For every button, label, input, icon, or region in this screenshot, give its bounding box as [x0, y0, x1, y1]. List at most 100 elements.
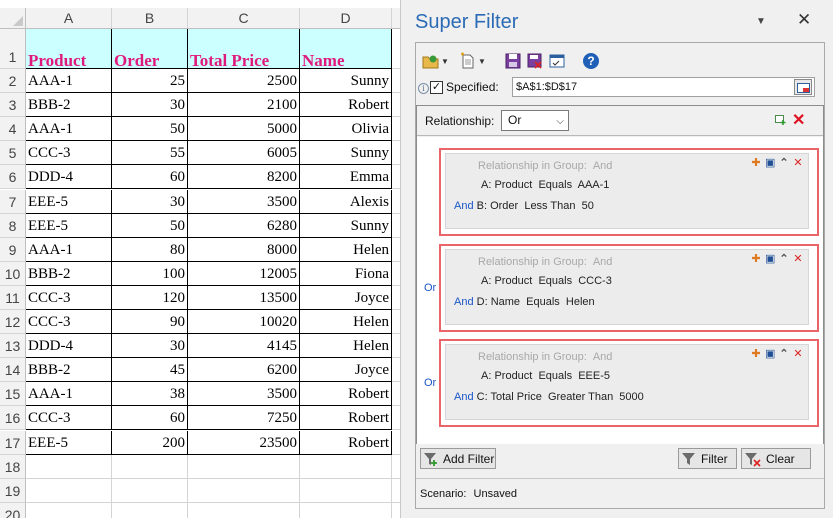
filter-group[interactable]: Relationship in Group: And A: Product Equa… [439, 244, 819, 332]
data-cell[interactable]: AAA-1 [26, 117, 112, 142]
empty-cell[interactable] [392, 310, 400, 335]
collapse-icon[interactable]: ⌃ [779, 158, 789, 169]
clear-button[interactable]: Clear [741, 448, 811, 469]
row-header-12[interactable]: 12 [0, 310, 26, 335]
data-cell[interactable]: 200 [112, 430, 188, 455]
row-header-1[interactable]: 1 [0, 29, 26, 69]
column-header-partial[interactable] [392, 8, 400, 29]
filter-condition[interactable]: D: Name Equals Helen [477, 296, 595, 308]
data-cell[interactable]: 2500 [188, 69, 300, 94]
empty-cell[interactable] [392, 190, 400, 214]
delete-group-icon[interactable]: ✕ [793, 349, 803, 360]
data-cell[interactable]: Sunny [300, 69, 392, 94]
row-header-17[interactable]: 17 [0, 430, 26, 455]
delete-group-icon[interactable]: ✕ [793, 158, 803, 169]
data-cell[interactable]: 60 [112, 406, 188, 431]
row-header-7[interactable]: 7 [0, 189, 26, 214]
data-cell[interactable]: CCC-3 [26, 141, 112, 166]
data-cell[interactable]: CCC-3 [26, 310, 112, 335]
data-cell[interactable]: CCC-3 [26, 406, 112, 431]
row-header-15[interactable]: 15 [0, 382, 26, 407]
condition-and-link[interactable]: And [454, 200, 474, 212]
data-cell[interactable]: 55 [112, 141, 188, 166]
filter-button[interactable]: Filter [678, 448, 737, 469]
empty-cell[interactable] [392, 93, 400, 118]
row-header-11[interactable]: 11 [0, 285, 26, 310]
data-cell[interactable]: Joyce [300, 285, 392, 310]
data-cell[interactable]: EEE-5 [26, 189, 112, 214]
row-header-3[interactable]: 3 [0, 93, 26, 118]
group-relationship-title[interactable]: Relationship in Group: And [478, 160, 612, 172]
empty-cell[interactable] [392, 214, 400, 238]
empty-cell[interactable] [300, 502, 392, 518]
collapse-icon[interactable]: ⌃ [779, 254, 789, 265]
data-cell[interactable]: Robert [300, 93, 392, 118]
data-cell[interactable]: 30 [112, 189, 188, 214]
empty-cell[interactable] [392, 29, 400, 69]
filter-condition[interactable]: A: Product Equals AAA-1 [481, 179, 609, 191]
row-header-14[interactable]: 14 [0, 358, 26, 383]
header-cell[interactable]: Order [112, 29, 188, 69]
save-button[interactable] [504, 51, 522, 71]
empty-cell[interactable] [392, 165, 400, 190]
column-header-b[interactable]: B [112, 8, 188, 29]
data-cell[interactable]: Robert [300, 382, 392, 407]
condition-and-link[interactable]: And [454, 391, 474, 403]
add-group-icon[interactable] [775, 115, 787, 126]
data-cell[interactable]: 6280 [188, 213, 300, 238]
empty-cell[interactable] [188, 478, 300, 503]
data-cell[interactable]: 90 [112, 310, 188, 335]
data-cell[interactable]: DDD-4 [26, 334, 112, 359]
data-cell[interactable]: 2100 [188, 93, 300, 118]
relationship-select[interactable]: Or ⌵ [501, 110, 569, 131]
empty-cell[interactable] [300, 454, 392, 479]
data-cell[interactable]: 3500 [188, 382, 300, 407]
help-button[interactable]: ? [582, 51, 600, 71]
save-group-icon[interactable]: ▣ [765, 254, 775, 265]
filter-condition[interactable]: A: Product Equals CCC-3 [481, 275, 612, 287]
column-header-c[interactable]: C [188, 8, 300, 29]
filter-group[interactable]: Relationship in Group: And A: Product Equa… [439, 148, 819, 236]
row-header-2[interactable]: 2 [0, 69, 26, 94]
empty-cell[interactable] [392, 358, 400, 383]
data-cell[interactable]: 38 [112, 382, 188, 407]
column-header-a[interactable]: A [26, 8, 112, 29]
data-cell[interactable]: 50 [112, 213, 188, 238]
group-or-link[interactable]: Or [424, 282, 436, 294]
data-cell[interactable]: Robert [300, 430, 392, 455]
empty-cell[interactable] [112, 478, 188, 503]
empty-cell[interactable] [392, 431, 400, 455]
data-cell[interactable]: AAA-1 [26, 382, 112, 407]
close-icon[interactable]: ✕ [797, 10, 811, 30]
empty-cell[interactable] [112, 454, 188, 479]
row-header-10[interactable]: 10 [0, 261, 26, 286]
empty-cell[interactable] [26, 502, 112, 518]
empty-cell[interactable] [188, 454, 300, 479]
data-cell[interactable]: 45 [112, 358, 188, 383]
data-cell[interactable]: 8000 [188, 237, 300, 262]
empty-cell[interactable] [392, 406, 400, 431]
empty-cell[interactable] [392, 69, 400, 94]
empty-cell[interactable] [392, 238, 400, 262]
data-cell[interactable]: Helen [300, 310, 392, 335]
save-as-button[interactable] [526, 51, 544, 71]
row-header-9[interactable]: 9 [0, 237, 26, 262]
header-cell[interactable]: Total Price [188, 29, 300, 69]
add-condition-icon[interactable]: ✚ [751, 349, 761, 360]
data-cell[interactable]: CCC-3 [26, 285, 112, 310]
data-cell[interactable]: 13500 [188, 285, 300, 310]
row-header-5[interactable]: 5 [0, 141, 26, 166]
data-cell[interactable]: 5000 [188, 117, 300, 142]
empty-cell[interactable] [26, 454, 112, 479]
header-cell[interactable]: Name [300, 29, 392, 69]
filter-condition[interactable]: B: Order Less Than 50 [477, 200, 594, 212]
empty-cell[interactable] [112, 502, 188, 518]
data-cell[interactable]: BBB-2 [26, 93, 112, 118]
empty-cell[interactable] [26, 478, 112, 503]
empty-cell[interactable] [392, 455, 400, 479]
empty-cell[interactable] [392, 141, 400, 166]
delete-group-icon[interactable]: ✕ [793, 254, 803, 265]
empty-cell[interactable] [392, 117, 400, 142]
data-cell[interactable]: 6200 [188, 358, 300, 383]
data-cell[interactable]: 8200 [188, 165, 300, 190]
